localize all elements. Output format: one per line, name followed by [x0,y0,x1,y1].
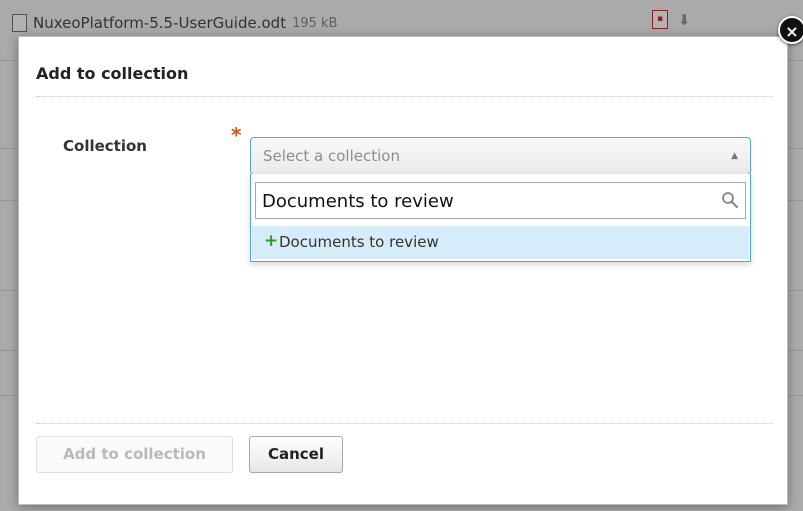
title-divider [36,96,772,97]
footer-divider [36,423,772,424]
add-to-collection-button[interactable]: Add to collection [36,436,233,473]
collection-select-placeholder: Select a collection [263,147,400,165]
triangle-up-icon: ▲ [731,151,738,161]
close-dialog-button[interactable]: × [778,16,803,44]
collection-search-input[interactable] [256,183,719,220]
collection-dropdown: + Documents to review [250,174,751,262]
plus-icon: + [264,231,279,251]
required-marker: * [231,123,242,147]
search-icon [722,192,739,209]
create-collection-option[interactable]: + Documents to review [252,226,749,259]
collection-label: Collection [63,137,147,155]
create-collection-option-label: Documents to review [279,233,439,251]
add-to-collection-dialog: Add to collection Collection * Select a … [18,36,788,505]
cancel-button[interactable]: Cancel [249,436,343,473]
close-icon: × [785,22,799,41]
collection-select[interactable]: Select a collection ▲ [250,137,751,175]
collection-search-box [255,182,746,220]
dialog-title: Add to collection [36,64,189,83]
